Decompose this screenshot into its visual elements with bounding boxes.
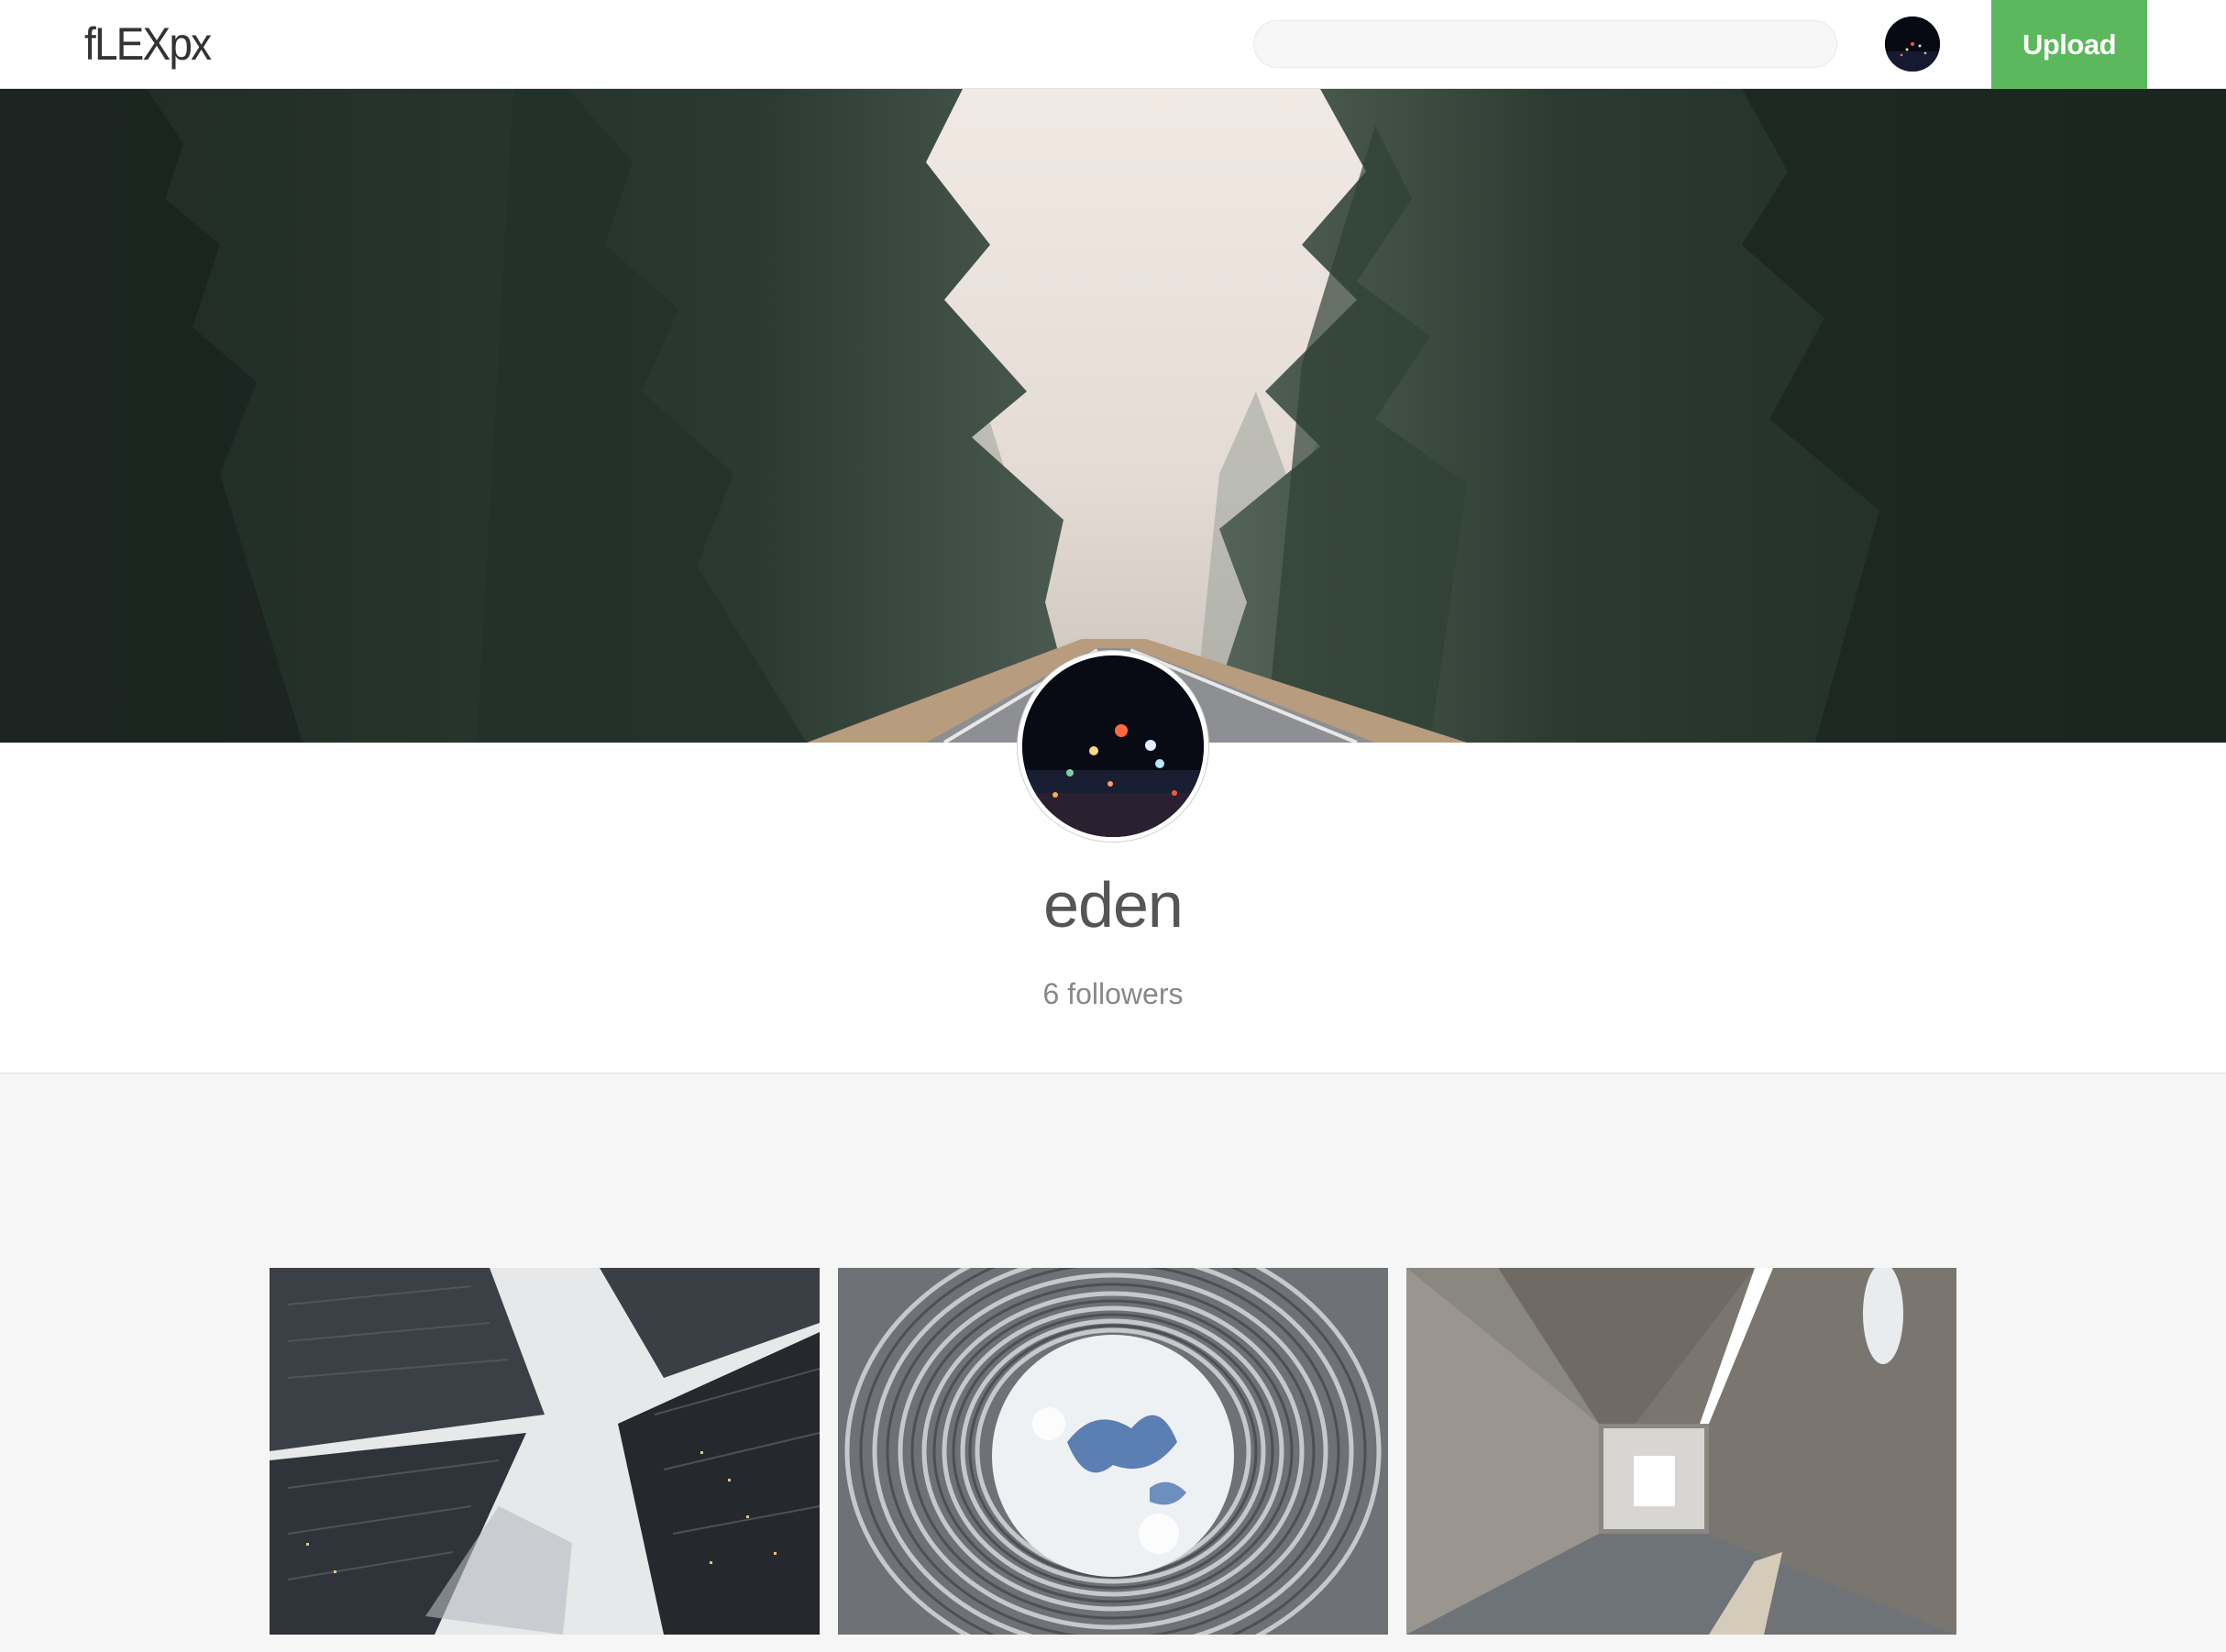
search-input[interactable] (1253, 20, 1837, 68)
upload-button[interactable]: Upload (1991, 0, 2147, 89)
user-avatar-button[interactable] (1885, 17, 1940, 72)
photo-card-skyscrapers[interactable] (270, 1268, 820, 1635)
photo-card-corridor[interactable] (1406, 1268, 1956, 1635)
profile-followers-count[interactable]: 6 followers (0, 974, 2226, 1014)
photo-skyscrapers-image (270, 1268, 820, 1635)
avatar-image (1885, 17, 1940, 72)
photo-corridor-image (1406, 1268, 1956, 1635)
profile-avatar-image (1022, 655, 1204, 837)
app-logo[interactable]: fLEXpx (84, 17, 212, 72)
photo-oculus-image (838, 1268, 1388, 1635)
profile-avatar[interactable] (1018, 651, 1208, 842)
photo-card-oculus[interactable] (838, 1268, 1388, 1635)
profile-username: eden (1043, 869, 1184, 941)
cover-photo (0, 89, 2226, 743)
cover-forest-road-image (0, 89, 2226, 743)
top-navbar: fLEXpx Upload (0, 0, 2226, 89)
